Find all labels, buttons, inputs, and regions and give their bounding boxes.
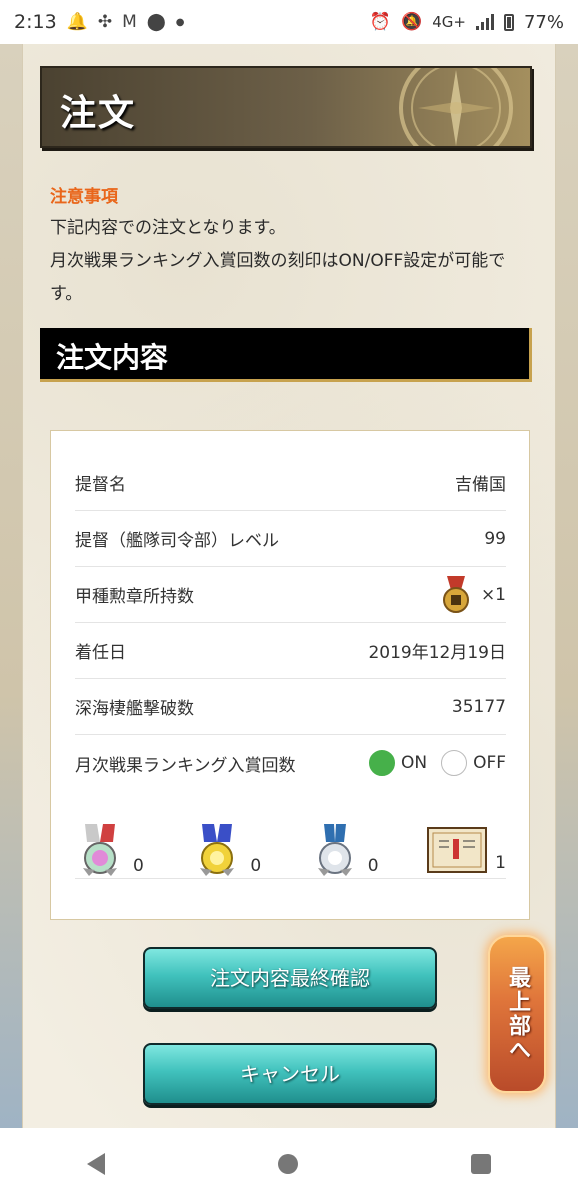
location-icon: ⬤ bbox=[146, 12, 166, 32]
row-start-date: 着任日 2019年12月19日 bbox=[75, 623, 506, 679]
cancel-button[interactable]: キャンセル bbox=[143, 1043, 437, 1105]
row-value: 2019年12月19日 bbox=[368, 643, 506, 663]
medal-silver: 0 bbox=[310, 823, 379, 876]
medal-count: 1 bbox=[495, 852, 506, 873]
title-banner: 注文 bbox=[40, 66, 532, 148]
medal-certificate: 1 bbox=[427, 826, 506, 873]
medal-count: 0 bbox=[367, 855, 379, 876]
ranking-medals-row: 0 0 0 1 bbox=[75, 821, 506, 879]
radio-off-label: OFF bbox=[473, 753, 506, 773]
battery-icon bbox=[503, 13, 514, 31]
recent-apps-icon[interactable] bbox=[471, 1154, 492, 1174]
medal-count: 0 bbox=[250, 855, 262, 876]
silver-medal-icon bbox=[317, 823, 352, 876]
system-nav-bar bbox=[0, 1128, 578, 1200]
battery-level: 77% bbox=[523, 11, 564, 33]
section-header: 注文内容 bbox=[40, 328, 532, 382]
status-time: 2:13 bbox=[14, 11, 57, 33]
row-value: ×1 bbox=[480, 584, 506, 605]
scroll-to-top-label: 最上部へ bbox=[505, 966, 530, 1062]
gmail-icon: M bbox=[122, 12, 137, 32]
row-value: 吉備国 bbox=[455, 475, 506, 495]
scroll-to-top-button[interactable]: 最上部へ bbox=[488, 935, 546, 1093]
dot-icon: ● bbox=[175, 16, 185, 28]
network-type: 4G+ bbox=[432, 13, 466, 31]
mute-icon: 🔕 bbox=[401, 12, 423, 32]
row-ranking-toggle: 月次戦果ランキング入賞回数 ON OFF bbox=[75, 735, 506, 791]
row-label: 着任日 bbox=[75, 643, 126, 663]
back-icon[interactable] bbox=[86, 1153, 105, 1175]
compass-icon bbox=[399, 68, 513, 146]
radio-on[interactable] bbox=[368, 750, 395, 776]
pinwheel-icon: ✣ bbox=[97, 12, 113, 32]
row-label: 月次戦果ランキング入賞回数 bbox=[75, 755, 296, 776]
notice-body: 下記内容での注文となります。 月次戦果ランキング入賞回数の刻印はON/OFF設定… bbox=[50, 212, 530, 311]
row-label: 提督名 bbox=[75, 475, 126, 495]
rainbow-medal-icon bbox=[83, 823, 117, 876]
radio-off[interactable] bbox=[441, 750, 468, 776]
page-title: 注文 bbox=[60, 93, 137, 134]
medal-count: 0 bbox=[133, 855, 144, 876]
medal-rainbow: 0 bbox=[75, 823, 144, 876]
section-title: 注文内容 bbox=[56, 341, 169, 374]
final-confirm-button[interactable]: 注文内容最終確認 bbox=[143, 947, 437, 1009]
row-label: 甲種勲章所持数 bbox=[75, 587, 194, 607]
row-admiral-level: 提督（艦隊司令部）レベル 99 bbox=[75, 511, 506, 567]
alarm-icon: ⏰ bbox=[369, 12, 392, 32]
row-admiral-name: 提督名 吉備国 bbox=[75, 455, 506, 511]
row-abyssal-kills: 深海棲艦撃破数 35177 bbox=[75, 679, 506, 735]
notice-heading: 注意事項 bbox=[50, 187, 118, 207]
type-a-medal-icon bbox=[442, 575, 469, 613]
row-medal-count: 甲種勲章所持数 ×1 bbox=[75, 567, 506, 623]
home-icon[interactable] bbox=[277, 1154, 298, 1174]
status-bar: 2:13 🔔 ✣ M ⬤ ● ⏰ 🔕 4G+ 77% bbox=[0, 0, 578, 44]
row-label: 深海棲艦撃破数 bbox=[75, 699, 194, 719]
bell-icon: 🔔 bbox=[66, 12, 88, 32]
signal-icon bbox=[475, 14, 494, 30]
row-value: 99 bbox=[484, 528, 506, 549]
notice-line-2: 月次戦果ランキング入賞回数の刻印はON/OFF設定が可能です。 bbox=[50, 251, 506, 304]
radio-on-label: ON bbox=[400, 753, 428, 773]
gold-medal-icon bbox=[200, 823, 235, 876]
row-value: 35177 bbox=[451, 696, 506, 717]
order-details-card: 提督名 吉備国 提督（艦隊司令部）レベル 99 甲種勲章所持数 ×1 着任日 2… bbox=[50, 430, 530, 920]
notice-line-1: 下記内容での注文となります。 bbox=[50, 218, 286, 238]
ranking-engraving-toggle: ON OFF bbox=[368, 750, 506, 776]
medal-gold: 0 bbox=[192, 823, 262, 876]
certificate-icon bbox=[427, 826, 488, 873]
row-label: 提督（艦隊司令部）レベル bbox=[75, 531, 279, 551]
